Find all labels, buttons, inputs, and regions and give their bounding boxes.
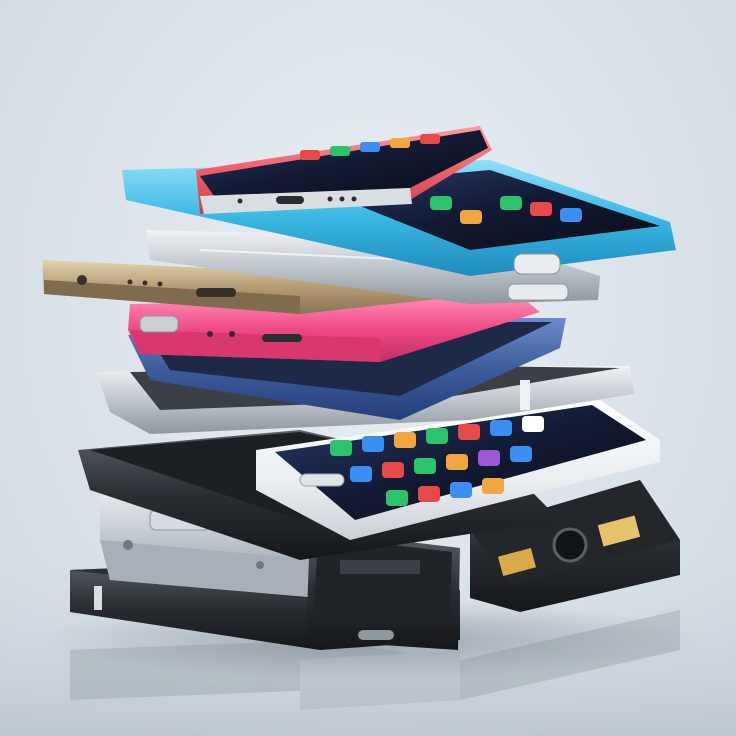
phone-stack-illustration: [0, 126, 736, 736]
photo-scene: [0, 0, 736, 736]
